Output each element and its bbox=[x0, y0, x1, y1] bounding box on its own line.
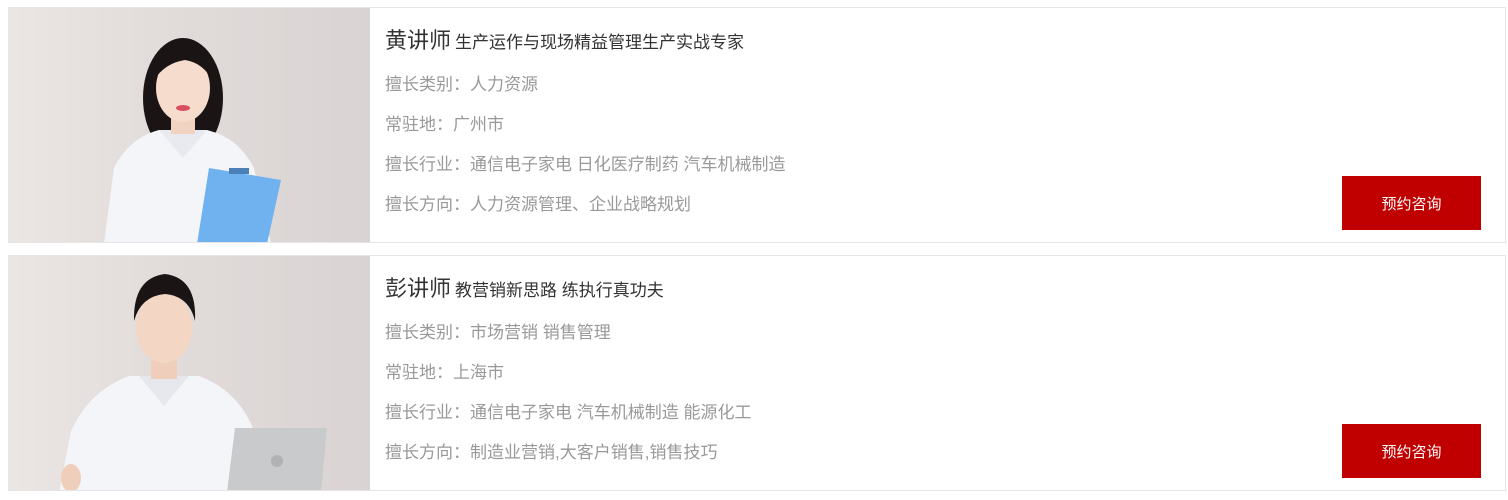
lecturer-photo[interactable] bbox=[9, 256, 370, 490]
lecturer-direction: 擅长方向：制造业营销,大客户销售,销售技巧 bbox=[385, 443, 718, 462]
lecturer-name[interactable]: 黄讲师 bbox=[385, 28, 451, 53]
lecturer-header: 彭讲师 教营销新思路 练执行真功夫 bbox=[385, 271, 664, 303]
lecturer-header: 黄讲师 生产运作与现场精益管理生产实战专家 bbox=[385, 23, 744, 55]
lecturer-location: 常驻地：上海市 bbox=[385, 363, 504, 382]
lecturer-card: 彭讲师 教营销新思路 练执行真功夫 擅长类别：市场营销 销售管理 常驻地：上海市 … bbox=[8, 255, 1506, 491]
lecturer-direction: 擅长方向：人力资源管理、企业战略规划 bbox=[385, 195, 691, 214]
lecturer-info: 彭讲师 教营销新思路 练执行真功夫 擅长类别：市场营销 销售管理 常驻地：上海市 … bbox=[385, 256, 1505, 490]
lecturer-category: 擅长类别：市场营销 销售管理 bbox=[385, 323, 611, 342]
book-consultation-button[interactable]: 预约咨询 bbox=[1342, 424, 1481, 478]
lecturer-tagline: 教营销新思路 练执行真功夫 bbox=[455, 281, 664, 300]
book-consultation-button[interactable]: 预约咨询 bbox=[1342, 176, 1481, 230]
lecturer-industry: 擅长行业：通信电子家电 汽车机械制造 能源化工 bbox=[385, 403, 752, 422]
lecturer-info: 黄讲师 生产运作与现场精益管理生产实战专家 擅长类别：人力资源 常驻地：广州市 擅… bbox=[385, 8, 1505, 242]
lecturer-card: 黄讲师 生产运作与现场精益管理生产实战专家 擅长类别：人力资源 常驻地：广州市 擅… bbox=[8, 7, 1506, 243]
lecturer-location: 常驻地：广州市 bbox=[385, 115, 504, 134]
lecturer-tagline: 生产运作与现场精益管理生产实战专家 bbox=[455, 33, 745, 52]
lecturer-photo[interactable] bbox=[9, 8, 370, 242]
lecturer-category: 擅长类别：人力资源 bbox=[385, 75, 538, 94]
lecturer-industry: 擅长行业：通信电子家电 日化医疗制药 汽车机械制造 bbox=[385, 155, 786, 174]
lecturer-name[interactable]: 彭讲师 bbox=[385, 276, 451, 301]
